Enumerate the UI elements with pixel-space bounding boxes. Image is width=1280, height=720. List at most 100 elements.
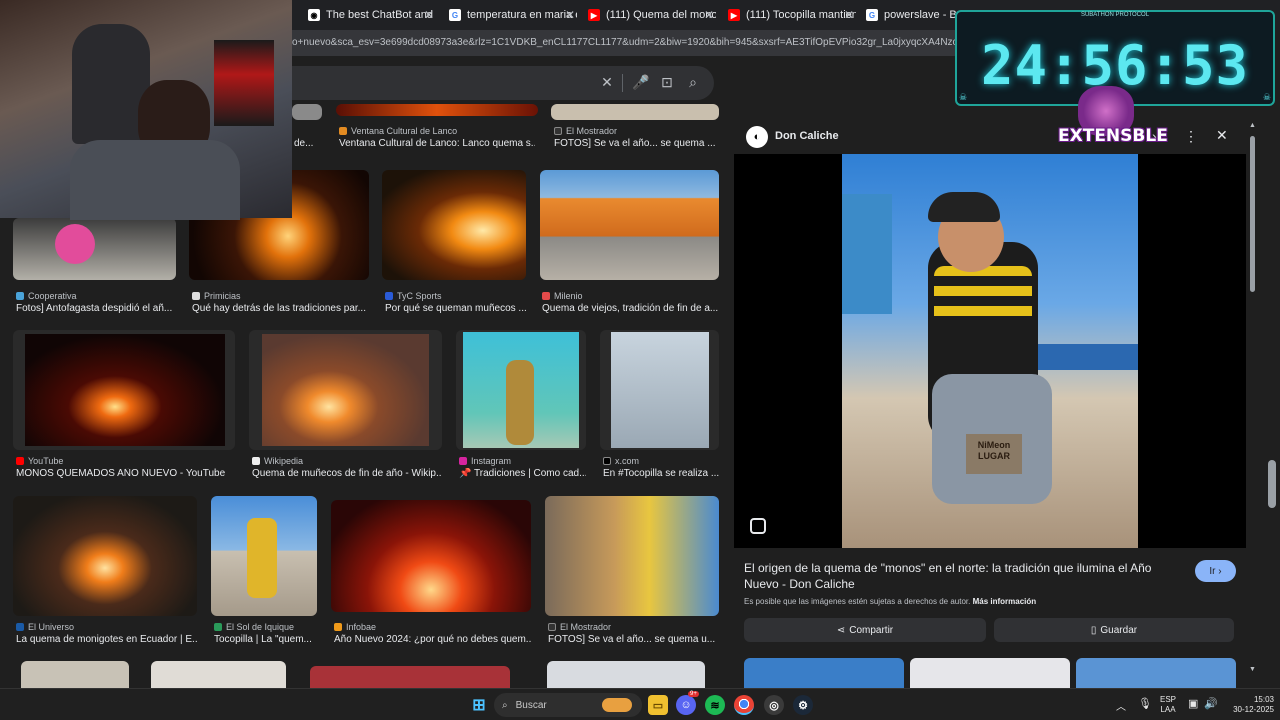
image-search-box[interactable]: ✕ 🎤 ⊡ ⌕ — [292, 66, 714, 100]
result-thumbnail[interactable] — [310, 666, 510, 688]
source-favicon-icon — [192, 292, 200, 300]
lens-icon[interactable]: ⊡ — [658, 74, 676, 92]
result-thumbnail[interactable] — [211, 496, 317, 616]
result-caption[interactable]: Qué hay detrás de las tradiciones par... — [192, 303, 369, 314]
notification-badge: 9+ — [688, 691, 699, 697]
figure-image — [611, 332, 709, 448]
result-caption[interactable]: de... — [294, 138, 313, 149]
chevron-up-icon[interactable]: ︿ — [1116, 698, 1126, 713]
result-caption[interactable]: Ventana Cultural de Lanco: Lanco quema s… — [339, 138, 535, 149]
result-thumbnail[interactable] — [13, 218, 176, 280]
address-bar[interactable]: o+nuevo&sca_esv=3e699dcd08973a3e&rlz=1C1… — [292, 30, 992, 56]
result-caption[interactable]: Por qué se queman muñecos ... — [385, 303, 526, 314]
result-thumbnail[interactable] — [551, 104, 719, 120]
save-button[interactable]: ▯ Guardar — [994, 618, 1234, 642]
scroll-thumb[interactable] — [1250, 136, 1255, 292]
result-caption[interactable]: FOTOS] Se va el año... se quema u... — [548, 634, 719, 645]
result-thumbnail[interactable] — [13, 330, 235, 450]
source-favicon-icon — [339, 127, 347, 135]
result-thumbnail[interactable] — [292, 104, 322, 120]
result-thumbnail[interactable] — [545, 496, 719, 616]
close-tab-icon[interactable]: ✕ — [704, 8, 714, 22]
tab-temperatura[interactable]: G temperatura en maria ele ✕ — [445, 4, 581, 26]
steam-icon[interactable]: ⚙ — [793, 695, 813, 715]
result-thumbnail[interactable] — [151, 661, 286, 688]
close-icon[interactable]: ✕ — [1216, 127, 1228, 144]
spotify-icon[interactable]: ≋ — [705, 695, 725, 715]
scroll-up-icon[interactable]: ▲ — [1249, 122, 1256, 129]
result-source: Instagram — [459, 456, 511, 466]
chrome-icon[interactable] — [734, 695, 754, 715]
result-thumbnail[interactable] — [21, 661, 129, 688]
person-body — [70, 140, 240, 220]
tab-quema-mono[interactable]: ▶ (111) Quema del mono ar ✕ — [584, 4, 720, 26]
scroll-down-icon[interactable]: ▼ — [1249, 666, 1256, 673]
source-favicon-icon — [252, 457, 260, 465]
close-tab-icon[interactable]: ✕ — [565, 8, 575, 22]
file-explorer-icon[interactable]: ▭ — [648, 695, 668, 715]
result-thumbnail[interactable] — [547, 661, 705, 688]
result-caption[interactable]: Quema de muñecos de fin de año - Wikip..… — [252, 468, 442, 479]
source-favicon-icon — [554, 127, 562, 135]
result-thumbnail[interactable] — [13, 496, 197, 616]
more-options-icon[interactable]: ⋮ — [1184, 128, 1198, 145]
preview-image[interactable]: NiMeon LUGAR — [842, 154, 1138, 548]
result-thumbnail[interactable] — [600, 330, 719, 450]
panel-title[interactable]: El origen de la quema de "monos" en el n… — [744, 560, 1164, 592]
visit-button[interactable]: Ir › — [1195, 560, 1236, 582]
language-indicator[interactable]: ESP LAA — [1160, 695, 1176, 715]
result-caption[interactable]: En #Tocopilla se realiza ... — [603, 468, 719, 479]
building-shape — [842, 194, 892, 314]
obs-icon[interactable]: ◎ — [764, 695, 784, 715]
tab-chatbot[interactable]: ◉ The best ChatBot and Wi ✕ — [304, 4, 440, 26]
page-scroll-thumb[interactable] — [1268, 460, 1276, 508]
result-thumbnail[interactable] — [336, 104, 538, 116]
doll-stripes — [934, 266, 1032, 326]
bookmark-icon: ▯ — [1090, 624, 1097, 636]
microphone-icon[interactable]: 🎤 — [632, 74, 650, 92]
more-info-link[interactable]: Más información — [973, 597, 1037, 606]
panel-scrollbar[interactable]: ▲ ▼ — [1248, 118, 1258, 688]
clock[interactable]: 15:03 30-12-2025 — [1224, 695, 1274, 715]
search-icon[interactable]: ⌕ — [684, 74, 702, 92]
related-thumbnail[interactable] — [910, 658, 1070, 688]
result-thumbnail[interactable] — [540, 170, 719, 280]
divider — [622, 74, 623, 92]
result-thumbnail[interactable] — [331, 500, 531, 612]
search-highlight-icon — [602, 698, 632, 712]
volume-icon[interactable]: 🔊 — [1204, 697, 1218, 710]
share-button[interactable]: ⋖ Compartir — [744, 618, 986, 642]
mic-icon[interactable]: 🎙 — [1138, 697, 1152, 710]
balloon-shape — [55, 224, 95, 264]
fire-glow — [262, 334, 429, 446]
result-thumbnail[interactable] — [382, 170, 526, 280]
related-thumbnail[interactable] — [1076, 658, 1236, 688]
source-favicon-icon — [16, 292, 24, 300]
taskbar-search[interactable]: ⌕ Buscar — [494, 693, 642, 717]
windows-start-icon[interactable]: ⊞ — [469, 695, 489, 715]
result-caption[interactable]: Tocopilla | La "quem... — [214, 634, 317, 645]
result-caption[interactable]: La quema de monigotes en Ecuador | E... — [16, 634, 197, 645]
result-caption[interactable]: Año Nuevo 2024: ¿por qué no debes quem..… — [334, 634, 531, 645]
result-thumbnail[interactable] — [456, 330, 586, 450]
result-caption[interactable]: MONOS QUEMADOS AÑO NUEVO - YouTube — [16, 468, 238, 479]
figure-shape — [506, 360, 534, 445]
source-favicon-icon — [459, 457, 467, 465]
google-icon: G — [449, 9, 461, 21]
network-icon[interactable]: ▣ — [1188, 697, 1198, 710]
result-thumbnail[interactable] — [249, 330, 442, 450]
result-caption[interactable]: FOTOS] Se va el año... se quema ... — [554, 138, 719, 149]
result-caption[interactable]: Quema de viejos, tradición de fin de a..… — [542, 303, 719, 314]
close-tab-icon[interactable]: ✕ — [844, 8, 854, 22]
discord-icon[interactable]: ☺ — [676, 695, 696, 715]
clear-search-icon[interactable]: ✕ — [598, 74, 616, 92]
tab-tocopilla[interactable]: ▶ (111) Tocopilla mantiene ✕ — [724, 4, 860, 26]
close-tab-icon[interactable]: ✕ — [424, 8, 434, 22]
result-caption[interactable]: 📌 Tradiciones | Como cad... — [459, 468, 586, 479]
result-caption[interactable]: Fotos] Antofagasta despidió el añ... — [16, 303, 176, 314]
source-name[interactable]: Don Caliche — [775, 130, 839, 142]
lens-search-icon[interactable] — [750, 518, 766, 534]
tab-powerslave[interactable]: G powerslave - Buscar co — [862, 4, 962, 26]
result-source: Primicias — [192, 291, 241, 301]
related-thumbnail[interactable] — [744, 658, 904, 688]
